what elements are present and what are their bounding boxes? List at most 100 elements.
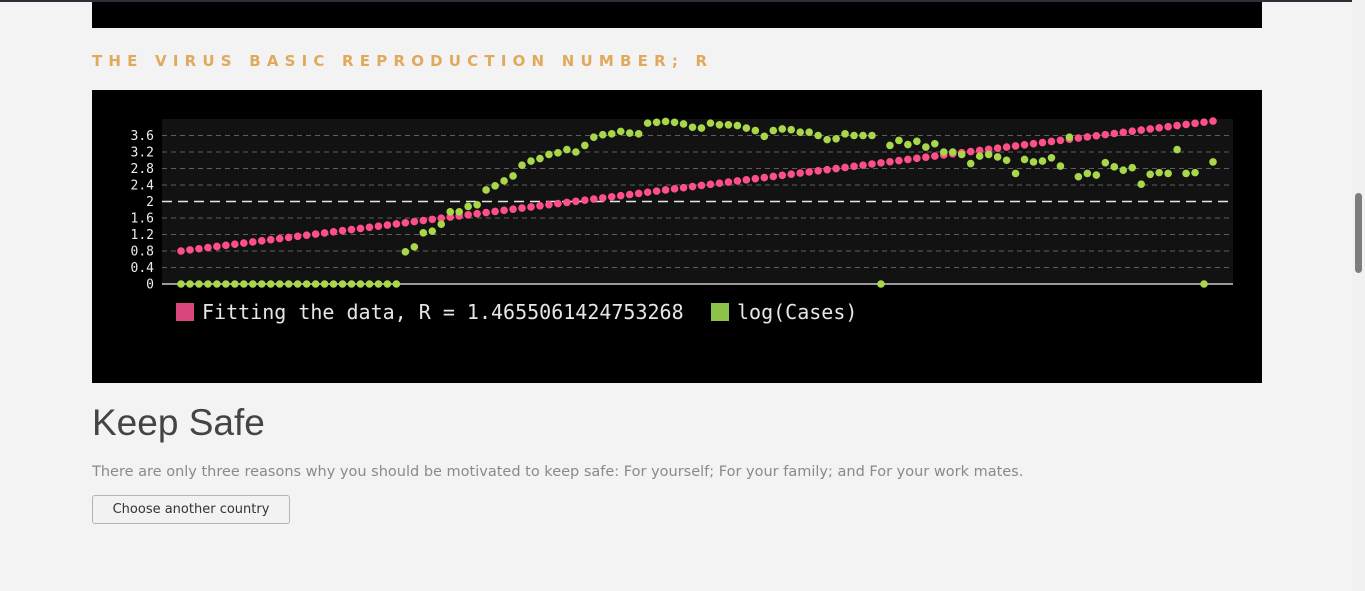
fit-point bbox=[284, 233, 293, 242]
fit-point bbox=[1074, 134, 1083, 142]
cases-point bbox=[661, 117, 670, 126]
fit-point bbox=[715, 179, 724, 188]
cases-point bbox=[482, 186, 490, 194]
legend: Fitting the data, R = 1.4655061424753268… bbox=[176, 300, 857, 324]
fit-point bbox=[482, 208, 490, 217]
fit-point bbox=[177, 247, 185, 255]
fit-point bbox=[661, 186, 670, 194]
fit-point bbox=[311, 230, 320, 238]
fit-point bbox=[581, 196, 589, 204]
cases-point bbox=[195, 280, 203, 288]
cases-point bbox=[715, 120, 724, 129]
cases-point bbox=[850, 131, 858, 140]
fit-point bbox=[572, 197, 580, 206]
y-tick-label: 0.8 bbox=[131, 245, 154, 260]
cases-point bbox=[186, 280, 194, 288]
fit-point bbox=[733, 177, 742, 185]
cases-point bbox=[356, 280, 365, 288]
cases-point bbox=[1164, 169, 1172, 178]
fit-point bbox=[670, 185, 679, 193]
cases-point bbox=[1173, 145, 1181, 154]
fit-point bbox=[679, 183, 688, 192]
y-tick-label: 2.8 bbox=[131, 162, 154, 177]
fit-point bbox=[222, 241, 230, 250]
cases-point bbox=[392, 280, 401, 288]
y-tick-label: 2.4 bbox=[131, 179, 155, 194]
cases-point bbox=[643, 119, 652, 127]
cases-point bbox=[706, 119, 715, 127]
cases-point bbox=[1047, 153, 1056, 162]
cases-point bbox=[670, 118, 679, 127]
cases-point bbox=[1146, 170, 1154, 179]
cases-point bbox=[275, 280, 284, 288]
cases-point bbox=[365, 280, 374, 288]
fit-point bbox=[536, 202, 544, 210]
cases-point bbox=[509, 172, 517, 180]
fit-point bbox=[1038, 138, 1047, 147]
cases-point bbox=[984, 150, 993, 159]
cases-point bbox=[805, 128, 813, 136]
fit-point bbox=[931, 152, 939, 160]
fit-point bbox=[1155, 124, 1163, 132]
cases-point bbox=[877, 280, 885, 288]
cases-point bbox=[266, 280, 275, 288]
fit-point bbox=[625, 190, 634, 199]
fit-point bbox=[1092, 131, 1101, 140]
cases-point bbox=[401, 248, 410, 256]
fit-point bbox=[913, 154, 921, 163]
cases-point bbox=[616, 127, 625, 136]
y-tick-label: 0.4 bbox=[131, 261, 155, 276]
choose-country-button[interactable]: Choose another country bbox=[92, 495, 290, 524]
fit-point bbox=[1011, 142, 1020, 150]
cases-point bbox=[993, 153, 1002, 161]
fit-point bbox=[1146, 125, 1154, 133]
fit-point bbox=[993, 144, 1002, 152]
cases-point bbox=[1083, 169, 1092, 178]
cases-point bbox=[895, 136, 903, 145]
cases-point bbox=[1074, 172, 1083, 181]
fit-point bbox=[895, 156, 903, 165]
fit-point bbox=[1056, 136, 1065, 145]
fit-point bbox=[850, 162, 858, 171]
cases-point bbox=[491, 182, 499, 190]
cases-point bbox=[724, 120, 733, 129]
cases-point bbox=[742, 124, 751, 132]
fit-point bbox=[554, 199, 562, 208]
cases-point bbox=[769, 126, 778, 135]
fit-point bbox=[347, 225, 356, 234]
fit-point bbox=[491, 207, 499, 216]
cases-point bbox=[966, 159, 975, 168]
cases-point bbox=[428, 227, 437, 235]
y-tick-label: 2 bbox=[146, 195, 154, 210]
fit-point bbox=[374, 222, 383, 230]
fit-point bbox=[195, 244, 203, 253]
fit-point bbox=[805, 168, 813, 176]
cases-point bbox=[1002, 156, 1011, 165]
legend-cases-label: log(Cases) bbox=[737, 300, 857, 324]
fit-point bbox=[742, 176, 751, 184]
scrollbar-thumb[interactable] bbox=[1355, 193, 1362, 273]
fit-point bbox=[688, 182, 697, 191]
fit-point bbox=[410, 217, 419, 226]
fit-point bbox=[643, 188, 652, 197]
fit-point bbox=[1137, 126, 1146, 134]
fit-point bbox=[590, 195, 598, 203]
fit-point bbox=[365, 223, 374, 232]
scrollbar[interactable] bbox=[1352, 0, 1365, 591]
fit-point bbox=[697, 181, 706, 190]
cases-point bbox=[913, 137, 921, 146]
fit-point bbox=[1173, 121, 1181, 130]
cases-point bbox=[634, 130, 643, 138]
fit-point bbox=[1191, 119, 1199, 128]
cases-point bbox=[957, 150, 966, 159]
fit-point bbox=[213, 242, 221, 251]
cases-point bbox=[598, 130, 607, 139]
keep-safe-title: Keep Safe bbox=[92, 402, 265, 443]
legend-fit-label: Fitting the data, R = 1.4655061424753268 bbox=[202, 300, 684, 324]
cases-point bbox=[464, 202, 472, 211]
cases-point bbox=[240, 280, 248, 288]
cases-point bbox=[948, 148, 957, 156]
fit-point bbox=[1128, 127, 1137, 136]
fit-point bbox=[760, 173, 769, 182]
fit-point bbox=[356, 224, 365, 233]
